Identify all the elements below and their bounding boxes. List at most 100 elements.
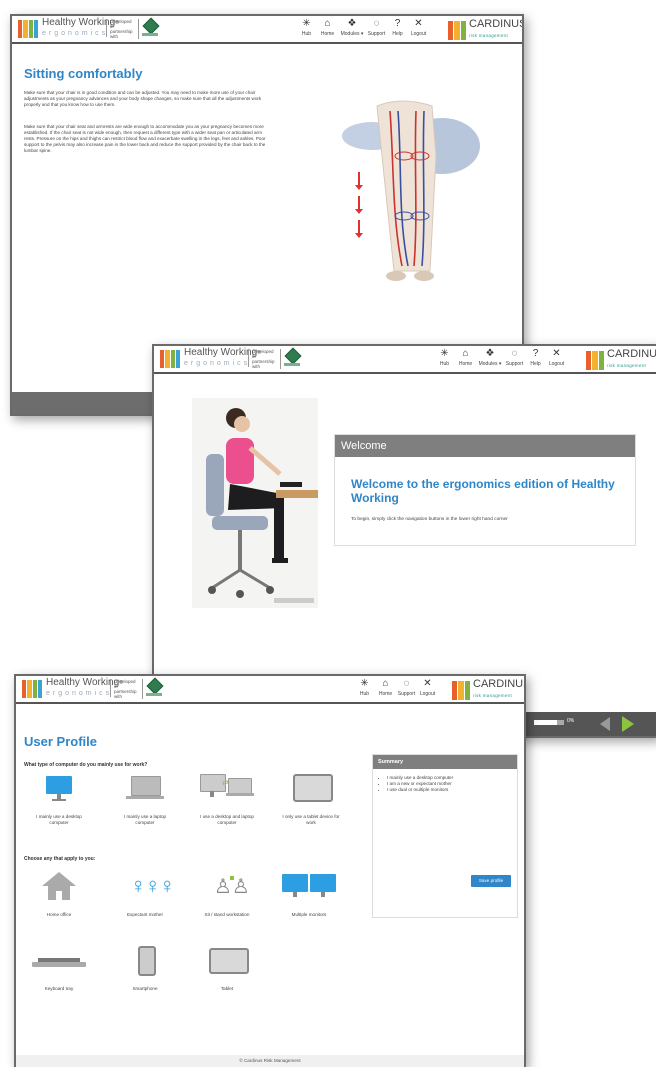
support-icon: ◌ (403, 678, 410, 689)
save-profile-button[interactable]: Save profile (471, 875, 511, 887)
nav-home[interactable]: ⌂ Home (457, 348, 474, 367)
nav-logout[interactable]: ✕ Logout (548, 348, 565, 367)
logout-icon: ✕ (414, 18, 423, 29)
header-nav: ✳ Hub ⌂ Home ❖ Modules ▾ ◌ Support ? Help ✕ Lo… (436, 348, 565, 367)
nav-hub[interactable]: ✳ Hub (356, 678, 373, 697)
progress-percent: 0% (567, 718, 575, 724)
hub-icon: ✳ (360, 678, 369, 689)
hub-icon: ✳ (440, 348, 449, 359)
option-laptop[interactable]: I mainly use a laptop computer (114, 772, 176, 826)
welcome-title: Welcome to the ergonomics edition of Hea… (351, 477, 615, 505)
page-title: Sitting comfortably (24, 66, 143, 81)
nav-logout[interactable]: ✕ Logout (419, 678, 436, 697)
nav-help[interactable]: ? Help (389, 18, 406, 37)
support-icon: ◌ (373, 18, 380, 29)
brand-title: Healthy Working (184, 347, 258, 358)
page-title: User Profile (24, 734, 97, 749)
app-header: Healthy Working® ergonomics Developed in… (12, 16, 522, 44)
nav-support[interactable]: ◌ Support (398, 678, 416, 697)
apply-question: Choose any that apply to you: (24, 856, 96, 862)
computer-question: What type of computer do you mainly use … (24, 762, 148, 768)
sitting-paragraph-1: Make sure that your chair is in good con… (24, 90, 262, 107)
option-smartphone[interactable]: Smartphone (114, 944, 176, 992)
option-sit-stand[interactable]: ♙♙ Sit / stand workstation (196, 870, 258, 918)
welcome-header: Welcome (335, 435, 635, 457)
nav-logout[interactable]: ✕ Logout (410, 18, 427, 37)
logout-icon: ✕ (552, 348, 561, 359)
copyright: © Cardinus Risk Management (16, 1055, 524, 1067)
app-header: Healthy Working® ergonomics Developed in… (16, 676, 524, 704)
nav-home[interactable]: ⌂ Home (377, 678, 394, 697)
nav-help[interactable]: ? Help (527, 348, 544, 367)
healthy-working-logo (160, 350, 180, 368)
tablet-icon (196, 944, 258, 980)
desktop-and-laptop-icon: ⇄ (196, 772, 258, 808)
home-icon: ⌂ (382, 678, 389, 689)
healthy-working-logo (22, 680, 42, 698)
partner-text: Developed in partnership with (248, 349, 278, 369)
nav-modules[interactable]: ❖ Modules ▾ (478, 348, 502, 367)
cardinus-logo: CARDINUSrisk management (448, 19, 522, 41)
option-keyboard-tray[interactable]: Keyboard tray (28, 944, 90, 992)
next-icon[interactable] (622, 716, 634, 732)
user-profile-window: Healthy Working® ergonomics Developed in… (14, 674, 526, 1067)
summary-header: Summary (373, 755, 517, 769)
down-arrow-icon (355, 220, 363, 238)
laptop-icon (114, 772, 176, 808)
smartphone-icon (114, 944, 176, 980)
nav-support[interactable]: ◌ Support (368, 18, 386, 37)
nav-hub[interactable]: ✳ Hub (436, 348, 453, 367)
header-nav: ✳ Hub ⌂ Home ❖ Modules ▾ ◌ Support ? Help ✕ Lo… (298, 18, 427, 37)
modules-icon: ❖ (485, 348, 495, 359)
summary-list: I mainly use a desktop computer I am a n… (373, 775, 517, 793)
support-icon: ◌ (511, 348, 518, 359)
partner-text: Developed in partnership with (106, 19, 136, 39)
home-icon: ⌂ (462, 348, 469, 359)
brand-title: Healthy Working (42, 17, 116, 28)
welcome-panel: Welcome Welcome to the ergonomics editio… (334, 434, 636, 546)
summary-item: I use dual or multiple monitors (387, 787, 517, 793)
option-multiple-monitors[interactable]: Multiple monitors (278, 870, 340, 918)
healthy-working-logo (18, 20, 38, 38)
option-desktop[interactable]: I mainly use a desktop computer (28, 772, 90, 826)
hub-icon: ✳ (302, 18, 311, 29)
nav-support[interactable]: ◌ Support (506, 348, 524, 367)
expectant-mother-icon: ♀♀♀ (130, 873, 175, 898)
option-expectant-mother[interactable]: ♀♀♀ Expectant mother (114, 870, 176, 918)
seated-woman-illustration (192, 398, 318, 608)
app-header: Healthy Working® ergonomics Developed in… (154, 346, 656, 374)
multiple-monitors-icon (278, 870, 340, 906)
partner-text: Developed in partnership with (110, 679, 140, 699)
option-tablet[interactable]: Tablet (196, 944, 258, 992)
cardinus-logo: CARDINUSrisk management (452, 679, 524, 701)
down-arrow-icon (355, 172, 363, 190)
nav-home[interactable]: ⌂ Home (319, 18, 336, 37)
help-icon: ? (532, 348, 539, 359)
logout-icon: ✕ (423, 678, 432, 689)
partner-emblem-icon (142, 677, 165, 699)
progress-bar (534, 720, 564, 725)
modules-icon: ❖ (347, 18, 357, 29)
help-icon: ? (394, 18, 401, 29)
sit-stand-icon: ♙♙ (214, 876, 250, 898)
header-nav: ✳ Hub ⌂ Home ◌ Support ✕ Logout (356, 678, 436, 697)
welcome-instructions: To begin, simply click the navigation bu… (351, 517, 508, 522)
desktop-icon (28, 772, 90, 808)
nav-modules[interactable]: ❖ Modules ▾ (340, 18, 364, 37)
legs-circulation-illustration (342, 100, 480, 281)
summary-panel: Summary I mainly use a desktop computer … (372, 754, 518, 918)
down-arrow-icon (355, 196, 363, 214)
brand-title: Healthy Working (46, 677, 120, 688)
tablet-icon (280, 772, 342, 808)
home-icon: ⌂ (324, 18, 331, 29)
partner-emblem-icon (138, 17, 161, 39)
partner-emblem-icon (280, 347, 303, 369)
option-desktop-and-laptop[interactable]: ⇄ I use a desktop and laptop computer (196, 772, 258, 826)
keyboard-tray-icon (28, 944, 90, 980)
house-icon (28, 870, 90, 906)
option-tablet-only[interactable]: I only use a tablet device for work (280, 772, 342, 826)
cardinus-logo: CARDINUSrisk management (586, 349, 656, 371)
nav-hub[interactable]: ✳ Hub (298, 18, 315, 37)
previous-icon[interactable] (600, 717, 610, 731)
option-home-office[interactable]: Home office (28, 870, 90, 918)
